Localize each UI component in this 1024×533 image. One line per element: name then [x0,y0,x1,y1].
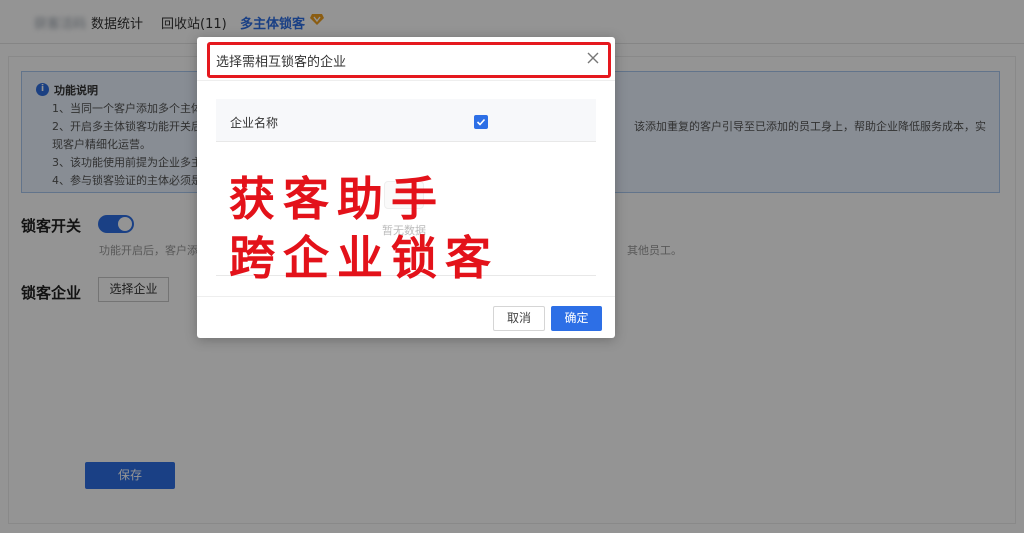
table-header: 企业名称 [216,99,596,142]
title-highlight-box [207,42,611,78]
select-all-checkbox[interactable] [474,115,488,129]
cancel-button[interactable]: 取消 [493,306,545,331]
close-icon[interactable] [586,51,600,65]
dialog-footer: 取消 确定 [197,296,615,338]
check-icon [476,118,486,126]
watermark-line-2: 跨企业锁客 [229,231,499,285]
column-company-name: 企业名称 [230,116,279,130]
watermark-line-1: 获客助手 [229,172,445,226]
confirm-button[interactable]: 确定 [551,306,602,331]
dialog-header: 选择需相互锁客的企业 [197,37,615,81]
